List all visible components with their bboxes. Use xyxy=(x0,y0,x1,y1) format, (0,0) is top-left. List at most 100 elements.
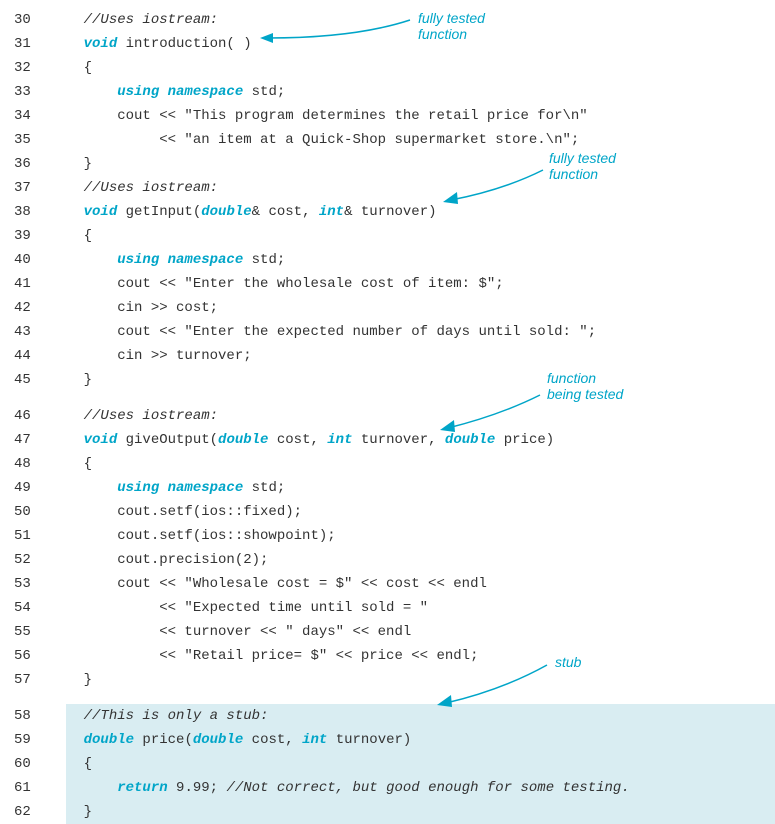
code-text: cout << "Enter the expected number of da… xyxy=(50,320,596,344)
line-number: 59 xyxy=(10,728,50,752)
line-number: 60 xyxy=(10,752,50,776)
line-number: 30 xyxy=(10,8,50,32)
code-text: } xyxy=(50,368,92,392)
code-text: double price(double cost, int turnover) xyxy=(50,728,411,752)
line-number: 53 xyxy=(10,572,50,596)
code-text: cin >> cost; xyxy=(50,296,218,320)
code-line: 52 cout.precision(2); xyxy=(10,548,775,572)
code-listing: 30 //Uses iostream:31 void introduction(… xyxy=(10,8,775,824)
line-number: 57 xyxy=(10,668,50,692)
code-text: return 9.99; //Not correct, but good eno… xyxy=(50,776,630,800)
code-text: << "Retail price= $" << price << endl; xyxy=(50,644,478,668)
line-number: 36 xyxy=(10,152,50,176)
line-number: 37 xyxy=(10,176,50,200)
code-text: void getInput(double& cost, int& turnove… xyxy=(50,200,437,224)
code-text: } xyxy=(50,668,92,692)
code-text: void introduction( ) xyxy=(50,32,252,56)
code-line: 50 cout.setf(ios::fixed); xyxy=(10,500,775,524)
code-text: { xyxy=(50,452,92,476)
code-text: } xyxy=(50,152,92,176)
line-number: 56 xyxy=(10,644,50,668)
code-line: 44 cin >> turnover; xyxy=(10,344,775,368)
code-text: using namespace std; xyxy=(50,80,285,104)
code-text: cout.precision(2); xyxy=(50,548,268,572)
annotation-fully-tested-1: fully testedfunction xyxy=(418,10,485,42)
code-line: 62 } xyxy=(10,800,775,824)
line-number: 46 xyxy=(10,404,50,428)
code-text: cout.setf(ios::showpoint); xyxy=(50,524,336,548)
line-number: 44 xyxy=(10,344,50,368)
code-text: void giveOutput(double cost, int turnove… xyxy=(50,428,554,452)
code-text: << "Expected time until sold = " xyxy=(50,596,428,620)
line-number: 49 xyxy=(10,476,50,500)
code-line: 39 { xyxy=(10,224,775,248)
code-line: 46 //Uses iostream: xyxy=(10,404,775,428)
code-text: cout << "Wholesale cost = $" << cost << … xyxy=(50,572,487,596)
code-line: 34 cout << "This program determines the … xyxy=(10,104,775,128)
line-number: 40 xyxy=(10,248,50,272)
code-text: cout.setf(ios::fixed); xyxy=(50,500,302,524)
code-line: 59 double price(double cost, int turnove… xyxy=(10,728,775,752)
code-line: 48 { xyxy=(10,452,775,476)
code-line: 45 } xyxy=(10,368,775,392)
code-text: cin >> turnover; xyxy=(50,344,252,368)
code-text: //Uses iostream: xyxy=(50,176,218,200)
line-number: 43 xyxy=(10,320,50,344)
code-line: 54 << "Expected time until sold = " xyxy=(10,596,775,620)
line-number: 45 xyxy=(10,368,50,392)
code-line: 32 { xyxy=(10,56,775,80)
code-line: 35 << "an item at a Quick-Shop supermark… xyxy=(10,128,775,152)
code-text: //Uses iostream: xyxy=(50,404,218,428)
code-line: 30 //Uses iostream: xyxy=(10,8,775,32)
code-text: using namespace std; xyxy=(50,248,285,272)
code-text: cout << "Enter the wholesale cost of ite… xyxy=(50,272,504,296)
code-line: 37 //Uses iostream: xyxy=(10,176,775,200)
code-text: { xyxy=(50,224,92,248)
code-line: 53 cout << "Wholesale cost = $" << cost … xyxy=(10,572,775,596)
line-number: 41 xyxy=(10,272,50,296)
line-number: 51 xyxy=(10,524,50,548)
line-number: 38 xyxy=(10,200,50,224)
code-text: //This is only a stub: xyxy=(50,704,268,728)
line-number: 54 xyxy=(10,596,50,620)
code-line: 49 using namespace std; xyxy=(10,476,775,500)
code-text: } xyxy=(50,800,92,824)
annotation-stub: stub xyxy=(555,654,581,670)
line-number: 52 xyxy=(10,548,50,572)
code-line: 40 using namespace std; xyxy=(10,248,775,272)
code-text: { xyxy=(50,56,92,80)
code-line: 31 void introduction( ) xyxy=(10,32,775,56)
line-number: 34 xyxy=(10,104,50,128)
annotation-fully-tested-2: fully testedfunction xyxy=(549,150,616,182)
code-text: //Uses iostream: xyxy=(50,8,218,32)
line-number: 50 xyxy=(10,500,50,524)
code-line: 47 void giveOutput(double cost, int turn… xyxy=(10,428,775,452)
code-line: 60 { xyxy=(10,752,775,776)
code-line: 33 using namespace std; xyxy=(10,80,775,104)
code-line: 57 } xyxy=(10,668,775,692)
line-number: 32 xyxy=(10,56,50,80)
line-number: 35 xyxy=(10,128,50,152)
code-line: 43 cout << "Enter the expected number of… xyxy=(10,320,775,344)
code-text: using namespace std; xyxy=(50,476,285,500)
line-number: 58 xyxy=(10,704,50,728)
line-number: 42 xyxy=(10,296,50,320)
line-number: 62 xyxy=(10,800,50,824)
line-number: 48 xyxy=(10,452,50,476)
code-text: << "an item at a Quick-Shop supermarket … xyxy=(50,128,579,152)
code-text: cout << "This program determines the ret… xyxy=(50,104,588,128)
code-line: 41 cout << "Enter the wholesale cost of … xyxy=(10,272,775,296)
code-text: << turnover << " days" << endl xyxy=(50,620,411,644)
line-number: 55 xyxy=(10,620,50,644)
code-text: { xyxy=(50,752,92,776)
code-line: 61 return 9.99; //Not correct, but good … xyxy=(10,776,775,800)
code-line: 38 void getInput(double& cost, int& turn… xyxy=(10,200,775,224)
annotation-being-tested: functionbeing tested xyxy=(547,370,623,402)
line-number: 61 xyxy=(10,776,50,800)
line-number: 47 xyxy=(10,428,50,452)
line-number: 33 xyxy=(10,80,50,104)
line-number: 31 xyxy=(10,32,50,56)
code-line: 55 << turnover << " days" << endl xyxy=(10,620,775,644)
line-number: 39 xyxy=(10,224,50,248)
code-line: 42 cin >> cost; xyxy=(10,296,775,320)
